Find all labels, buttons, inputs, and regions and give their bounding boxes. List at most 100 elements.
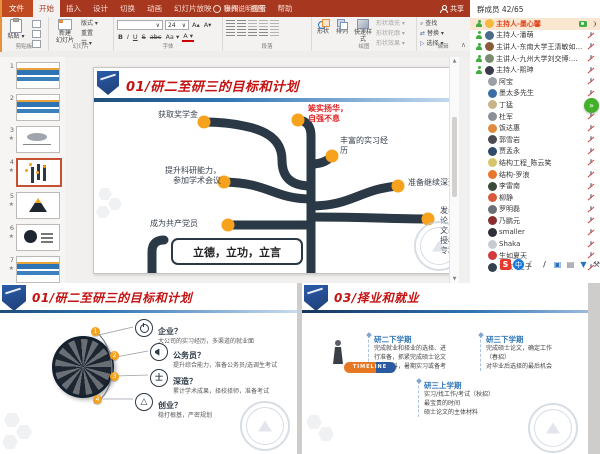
member-row[interactable]: 柳静: [470, 192, 600, 204]
slide-thumbnail[interactable]: 7★: [4, 256, 63, 283]
share-button[interactable]: 共享: [440, 0, 464, 17]
mic-muted-icon[interactable]: [587, 171, 594, 179]
chinese-input-icon[interactable]: 中: [513, 259, 524, 270]
ribbon-tab[interactable]: 开始: [33, 0, 60, 17]
label-scholarship[interactable]: 获取奖学金: [114, 110, 198, 120]
tell-me-search[interactable]: 操作说明搜索: [208, 0, 271, 17]
ribbon-tab[interactable]: 切换: [114, 0, 141, 17]
slide-thumbnail[interactable]: 5★: [4, 192, 63, 219]
italic-button[interactable]: I: [126, 33, 130, 41]
underline-button[interactable]: U: [132, 33, 139, 41]
mic-muted-icon[interactable]: [587, 124, 594, 132]
floating-expand-button[interactable]: »: [584, 98, 599, 113]
mic-muted-icon[interactable]: [587, 31, 594, 39]
slide-thumbnail[interactable]: 2: [4, 94, 63, 121]
member-row[interactable]: 主持人-墨心馨: [470, 18, 600, 30]
member-row[interactable]: 李雷南: [470, 180, 600, 192]
scroll-down-arrow[interactable]: ▼: [450, 276, 459, 282]
member-row[interactable]: 主持人-熙珅: [470, 64, 600, 76]
slide-thumbnail-preview[interactable]: [16, 94, 60, 121]
align-center-button[interactable]: [237, 29, 246, 36]
member-row[interactable]: 郭雪岩: [470, 134, 600, 146]
bullets-button[interactable]: [226, 20, 235, 27]
ribbon-tab[interactable]: 文件: [0, 0, 33, 17]
member-row[interactable]: smaller: [470, 227, 600, 239]
slide-thumbnail-preview[interactable]: [16, 158, 62, 187]
decrease-indent-button[interactable]: [248, 20, 257, 27]
member-row[interactable]: 主持人-潘萌: [470, 30, 600, 42]
mic-muted-icon[interactable]: [587, 240, 594, 248]
mic-muted-icon[interactable]: [587, 147, 594, 155]
screenshot-s-logo-icon[interactable]: S: [500, 259, 511, 270]
slide-thumbnail-preview[interactable]: [16, 126, 60, 153]
shape-outline-button[interactable]: 形状轮廓 ▾: [376, 30, 405, 38]
member-row[interactable]: 主讲人-东南大学王清敏如...: [470, 41, 600, 53]
collapse-ribbon-button[interactable]: ∧: [461, 41, 466, 49]
mic-muted-icon[interactable]: [587, 217, 594, 225]
mic-muted-icon[interactable]: [587, 159, 594, 167]
wrench-icon[interactable]: ⚒: [591, 259, 600, 270]
mic-muted-icon[interactable]: [587, 194, 594, 202]
slide-thumbnail-preview[interactable]: [16, 224, 60, 251]
member-row[interactable]: 饭达惠: [470, 122, 600, 134]
numbering-button[interactable]: [237, 20, 246, 27]
ribbon-tab[interactable]: 帮助: [272, 0, 299, 17]
member-row[interactable]: 墨太多先生: [470, 88, 600, 100]
ribbon-tab[interactable]: 动画: [141, 0, 168, 17]
label-internship[interactable]: 丰富的实习经 历: [340, 136, 388, 156]
label-research[interactable]: 提升科研能力， 参加学术会议: [149, 166, 221, 186]
slide-thumbnail[interactable]: 3★: [4, 126, 63, 153]
mic-muted-icon[interactable]: [587, 55, 594, 63]
editor-vertical-scrollbar[interactable]: ▲ ▼: [449, 57, 459, 283]
mic-muted-icon[interactable]: [587, 78, 594, 86]
member-row[interactable]: 杜军: [470, 111, 600, 123]
mic-muted-icon[interactable]: [587, 205, 594, 213]
ribbon-tab[interactable]: 设计: [87, 0, 114, 17]
slide-thumbnail[interactable]: 6★: [4, 224, 63, 251]
member-row[interactable]: 贾孟永: [470, 146, 600, 158]
shrink-font-button[interactable]: A▾: [203, 21, 213, 29]
font-size-combo[interactable]: 24∨: [165, 20, 189, 30]
label-motto[interactable]: 竢实扬华， 自强不息: [308, 104, 348, 124]
find-button[interactable]: ⌕ 查找: [420, 20, 444, 28]
member-row[interactable]: Shaka: [470, 238, 600, 250]
member-row[interactable]: 结构工程_陈云笑: [470, 157, 600, 169]
scroll-up-arrow[interactable]: ▲: [450, 58, 459, 64]
bold-button[interactable]: B: [117, 33, 124, 41]
line-spacing-button[interactable]: [270, 20, 279, 27]
slide-thumbnail-preview[interactable]: [16, 62, 60, 89]
mic-muted-icon[interactable]: [587, 89, 594, 97]
align-left-button[interactable]: [226, 29, 235, 36]
member-row[interactable]: 主讲人-九州大学刘交博:...: [470, 53, 600, 65]
member-row[interactable]: 结构-罗浪: [470, 169, 600, 181]
moon-icon[interactable]: ☾: [526, 259, 537, 270]
slide-thumbnail[interactable]: 1: [4, 62, 63, 89]
member-row[interactable]: 乃鹏元: [470, 215, 600, 227]
monitor-icon[interactable]: ▣: [552, 259, 563, 270]
motto-box[interactable]: 立德，立功，立言: [171, 238, 303, 265]
font-name-combo[interactable]: ∨: [117, 20, 163, 30]
copy-button[interactable]: [32, 30, 41, 38]
ribbon-tab[interactable]: 插入: [60, 0, 87, 17]
clothes-icon[interactable]: ▼: [578, 259, 589, 270]
replace-button[interactable]: ⇄ 替换 ▾: [420, 30, 444, 38]
mic-muted-icon[interactable]: [587, 136, 594, 144]
member-row[interactable]: 阿宝: [470, 76, 600, 88]
cut-button[interactable]: [32, 20, 41, 28]
main-slide-canvas[interactable]: 01/研二至研三的目标和计划: [93, 67, 459, 274]
slide-thumbnail-preview[interactable]: [16, 192, 60, 219]
font-color-button[interactable]: A ▾: [182, 32, 194, 42]
slide-thumbnail-preview[interactable]: [16, 256, 60, 283]
mic-muted-icon[interactable]: [587, 228, 594, 236]
strikethrough-button[interactable]: S: [141, 33, 147, 41]
pen-icon[interactable]: /: [539, 259, 550, 270]
mic-muted-icon[interactable]: [587, 182, 594, 190]
scrollbar-thumb[interactable]: [452, 117, 457, 197]
label-party-member[interactable]: 成为共产党员: [150, 219, 198, 229]
align-right-button[interactable]: [248, 29, 257, 36]
member-row[interactable]: 罗明磊: [470, 204, 600, 216]
shape-fill-button[interactable]: 形状填充 ▾: [376, 20, 405, 28]
layout-button[interactable]: 版式 ▾: [81, 20, 98, 28]
change-case-button[interactable]: Aa ▾: [164, 33, 180, 41]
mic-muted-icon[interactable]: [587, 66, 594, 74]
